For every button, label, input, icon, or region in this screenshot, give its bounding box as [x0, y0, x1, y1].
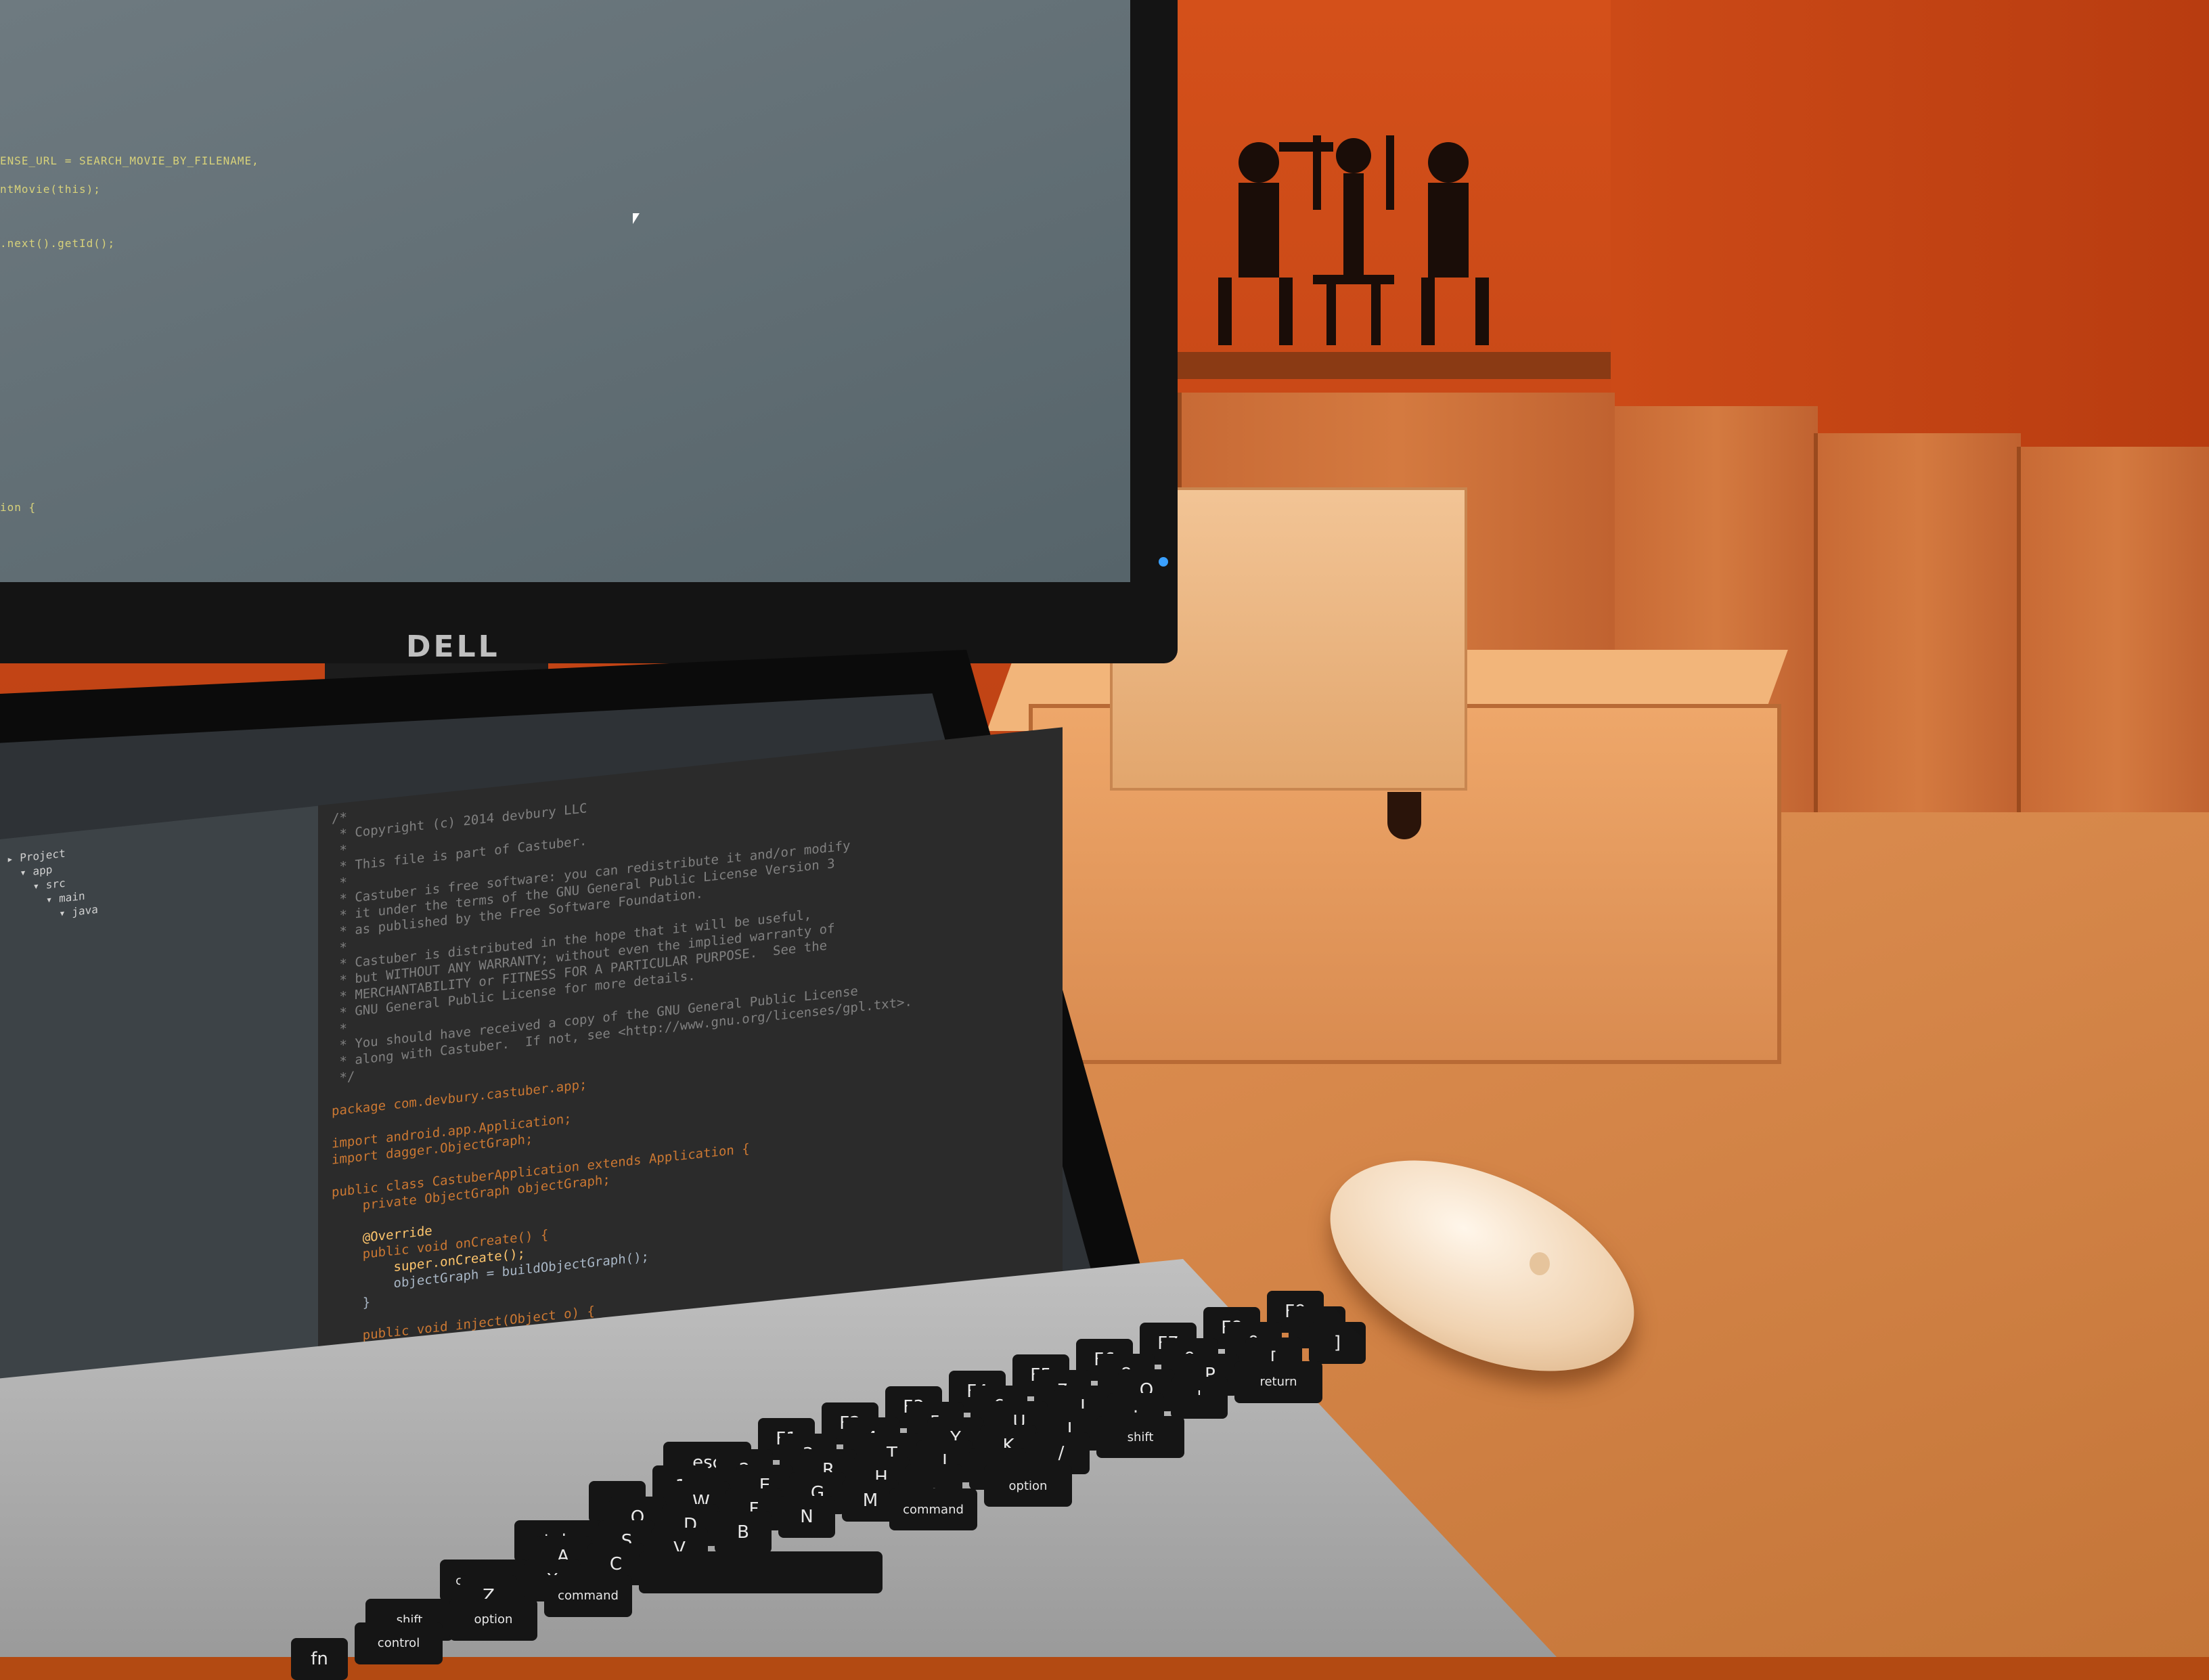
dell-logo: DELL	[406, 629, 500, 664]
monitor-code-line: ion {	[0, 501, 37, 514]
drawer-handle	[1387, 792, 1421, 839]
keyboard-key[interactable]: option	[449, 1598, 537, 1641]
keyboard-key[interactable]	[639, 1551, 883, 1593]
monitor-code-line: .next().getId();	[0, 237, 116, 250]
monitor-screen: ENSE_URL = SEARCH_MOVIE_BY_FILENAME, ntM…	[0, 0, 1130, 582]
apple-logo-icon	[1530, 1252, 1550, 1275]
power-led-icon	[1159, 557, 1168, 567]
figurines-silhouette	[1218, 135, 1489, 345]
keyboard-key[interactable]: option	[984, 1465, 1072, 1507]
keyboard-key[interactable]: command	[544, 1574, 632, 1617]
keyboard-key[interactable]: ]	[1309, 1321, 1366, 1364]
monitor-code-line: ENSE_URL = SEARCH_MOVIE_BY_FILENAME,	[0, 154, 259, 167]
keyboard-key[interactable]: command	[889, 1488, 977, 1530]
mouse-cursor-icon	[633, 213, 640, 224]
keyboard-key[interactable]: N	[778, 1495, 835, 1538]
laptop-keyboard: escF1F2F3F4F5F6F7F8F9~1234567890-tabQWER…	[54, 1291, 1408, 1680]
keyboard-key[interactable]: control	[355, 1622, 443, 1664]
keyboard-key[interactable]: '	[1171, 1377, 1228, 1419]
monitor-code-line: ntMovie(this);	[0, 183, 101, 196]
keyboard-key[interactable]: shift	[1096, 1416, 1184, 1458]
keyboard-key[interactable]: fn	[291, 1638, 348, 1680]
figurine-center	[1313, 135, 1394, 345]
keyboard-key[interactable]: B	[715, 1511, 772, 1553]
flute-player-figurine	[1421, 142, 1489, 345]
keyboard-key[interactable]: return	[1234, 1361, 1322, 1403]
